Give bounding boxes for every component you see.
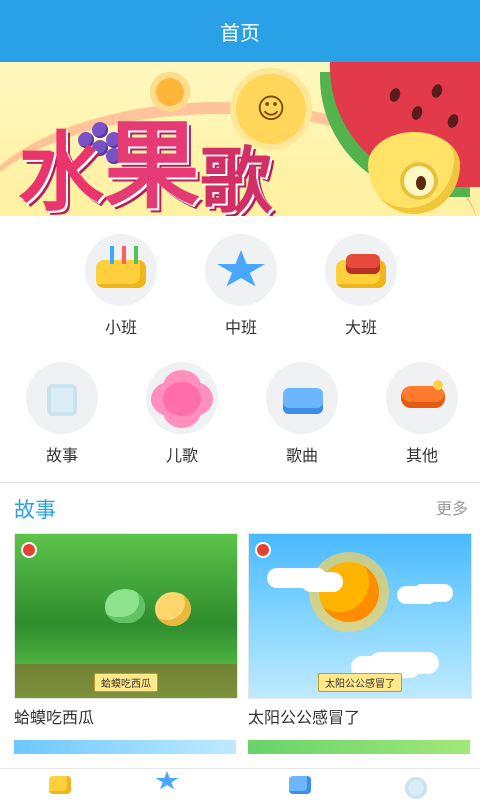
category-label: 儿歌 bbox=[165, 446, 198, 465]
story-card-peek bbox=[14, 740, 236, 754]
tab-profile[interactable] bbox=[395, 771, 445, 799]
top-app-bar: 首页 bbox=[0, 0, 480, 62]
stories-section-title: 故事 bbox=[14, 498, 56, 522]
star-icon bbox=[155, 771, 179, 790]
category-erge[interactable]: 儿歌 bbox=[122, 362, 242, 482]
category-icon-container bbox=[266, 362, 338, 434]
cloud-icon bbox=[267, 568, 309, 588]
red-dot-icon bbox=[257, 544, 269, 556]
red-dot-icon bbox=[23, 544, 35, 556]
category-xiaoban[interactable]: 小班 bbox=[61, 234, 181, 354]
story-card[interactable]: 蛤蟆吃西瓜 bbox=[14, 533, 238, 699]
category-gushi[interactable]: 故事 bbox=[2, 362, 122, 482]
sun-icon bbox=[319, 562, 379, 622]
page-title: 首页 bbox=[220, 20, 260, 45]
cheese-roll-icon bbox=[336, 250, 386, 290]
cheese-icon bbox=[49, 776, 71, 794]
category-zhongban[interactable]: 中班 bbox=[181, 234, 301, 354]
category-icon-container bbox=[325, 234, 397, 306]
cloud-icon bbox=[369, 652, 439, 674]
category-icon-container bbox=[386, 362, 458, 434]
category-qita[interactable]: 其他 bbox=[362, 362, 480, 482]
tab-home[interactable] bbox=[35, 771, 85, 799]
category-label: 故事 bbox=[45, 446, 78, 465]
category-label: 其他 bbox=[405, 446, 438, 465]
tab-library[interactable] bbox=[275, 771, 325, 799]
piano-icon bbox=[277, 378, 327, 418]
section-divider bbox=[0, 482, 480, 483]
seed-icon bbox=[429, 82, 445, 100]
category-grid: 小班 中班 大班 故事 儿歌 歌曲 其他 bbox=[0, 216, 480, 482]
category-label: 中班 bbox=[224, 318, 257, 337]
hero-banner[interactable]: ☺ 水 果 歌 bbox=[0, 62, 480, 216]
cup-icon bbox=[37, 378, 87, 418]
category-icon-container bbox=[146, 362, 218, 434]
more-link[interactable]: 更多 bbox=[436, 495, 468, 519]
category-label: 小班 bbox=[104, 318, 137, 337]
flower-icon bbox=[157, 378, 207, 418]
story-title[interactable]: 蛤蟆吃西瓜 bbox=[14, 704, 94, 728]
story-card-peek bbox=[248, 740, 470, 754]
category-gequ[interactable]: 歌曲 bbox=[242, 362, 362, 482]
pear-seed-icon bbox=[416, 176, 426, 190]
cheese-icon bbox=[96, 246, 146, 290]
frog-icon bbox=[155, 592, 191, 626]
banner-title: 水 果 歌 bbox=[18, 88, 272, 216]
category-icon-container bbox=[26, 362, 98, 434]
banner-title-part-2: 果 bbox=[104, 110, 200, 216]
frog-icon bbox=[105, 589, 145, 623]
box-icon bbox=[289, 776, 311, 794]
story-card[interactable]: 太阳公公感冒了 bbox=[248, 533, 472, 699]
cup-icon bbox=[405, 777, 427, 799]
category-daban[interactable]: 大班 bbox=[301, 234, 421, 354]
category-label: 大班 bbox=[344, 318, 377, 337]
seed-icon bbox=[445, 112, 461, 130]
banner-title-part-1: 水 bbox=[18, 123, 104, 216]
category-icon-container bbox=[205, 234, 277, 306]
story-caption: 蛤蟆吃西瓜 bbox=[15, 672, 237, 692]
category-label: 歌曲 bbox=[285, 446, 318, 465]
star-icon bbox=[216, 250, 266, 290]
tab-category[interactable] bbox=[155, 771, 205, 799]
category-icon-container bbox=[85, 234, 157, 306]
seed-icon bbox=[387, 86, 403, 104]
story-title[interactable]: 太阳公公感冒了 bbox=[248, 704, 360, 728]
banner-title-part-3: 歌 bbox=[200, 139, 273, 216]
bottom-tab-bar bbox=[0, 768, 480, 801]
story-caption: 太阳公公感冒了 bbox=[249, 672, 471, 692]
plane-icon bbox=[397, 378, 447, 418]
seed-icon bbox=[409, 104, 425, 122]
cloud-icon bbox=[413, 584, 453, 602]
